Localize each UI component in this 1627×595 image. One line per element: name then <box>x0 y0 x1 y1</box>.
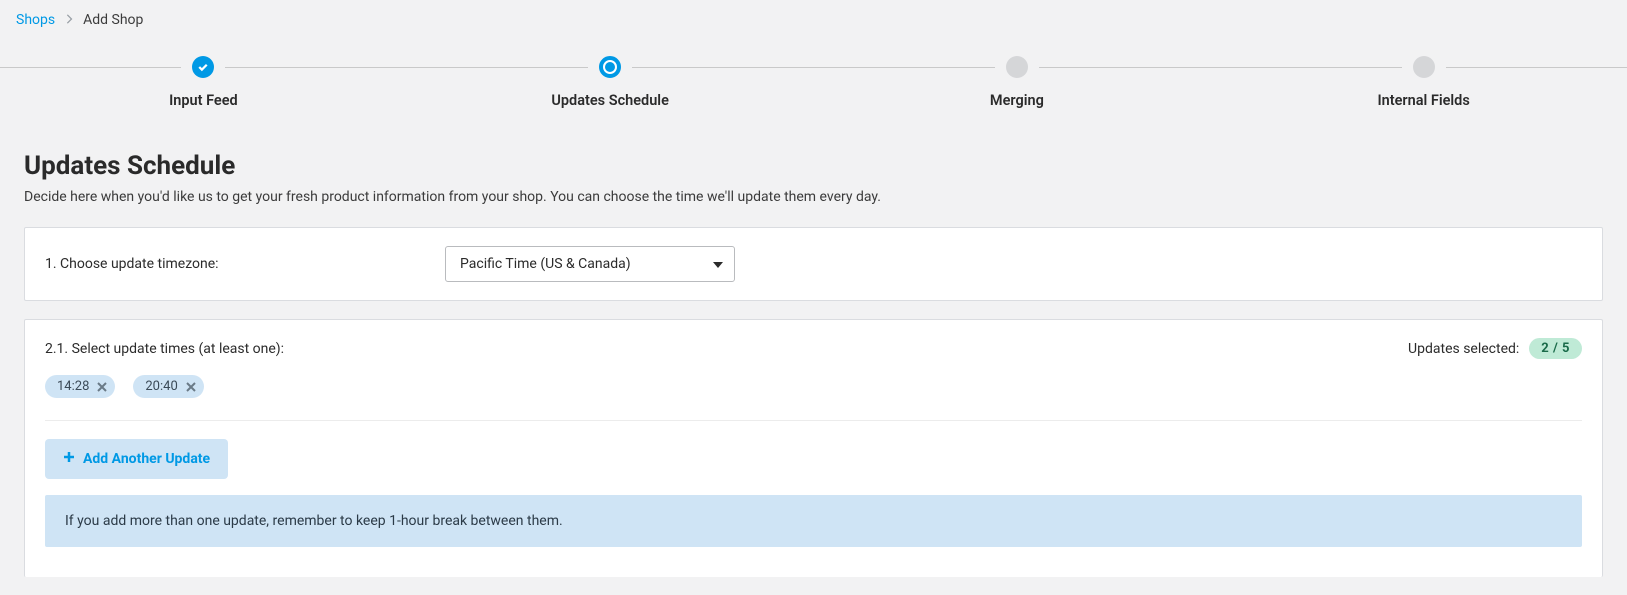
step-merging[interactable]: Merging <box>814 56 1221 109</box>
time-chip[interactable]: 14:28 <box>45 375 115 398</box>
step-internal-fields[interactable]: Internal Fields <box>1220 56 1627 109</box>
timezone-select-value[interactable]: Pacific Time (US & Canada) <box>445 246 735 282</box>
time-chips: 14:28 20:40 <box>45 375 1582 421</box>
close-icon[interactable] <box>97 382 107 392</box>
update-times-card: 2.1. Select update times (at least one):… <box>24 319 1603 577</box>
updates-selected-badge: 2 / 5 <box>1529 338 1582 359</box>
page-subtitle: Decide here when you'd like us to get yo… <box>24 189 1603 205</box>
breadcrumb: Shops Add Shop <box>0 0 1627 38</box>
wizard-stepper: Input Feed Updates Schedule Merging Inte… <box>0 38 1627 121</box>
todo-step-icon <box>1413 56 1435 78</box>
update-times-label: 2.1. Select update times (at least one): <box>45 341 284 357</box>
time-chip-label: 14:28 <box>57 379 89 394</box>
active-step-icon <box>599 56 621 78</box>
step-input-feed[interactable]: Input Feed <box>0 56 407 109</box>
page-title: Updates Schedule <box>24 151 1603 181</box>
close-icon[interactable] <box>186 382 196 392</box>
timezone-card: 1. Choose update timezone: Pacific Time … <box>24 227 1603 301</box>
step-label: Internal Fields <box>1377 92 1469 109</box>
timezone-select[interactable]: Pacific Time (US & Canada) <box>445 246 735 282</box>
check-circle-icon <box>192 56 214 78</box>
info-note: If you add more than one update, remembe… <box>45 495 1582 547</box>
updates-selected: Updates selected: 2 / 5 <box>1408 338 1582 359</box>
breadcrumb-current: Add Shop <box>83 12 143 28</box>
updates-selected-caption: Updates selected: <box>1408 341 1519 357</box>
add-another-update-button[interactable]: Add Another Update <box>45 439 228 479</box>
breadcrumb-shops-link[interactable]: Shops <box>16 12 55 28</box>
step-updates-schedule[interactable]: Updates Schedule <box>407 56 814 109</box>
step-label: Updates Schedule <box>551 92 669 109</box>
time-chip[interactable]: 20:40 <box>133 375 203 398</box>
todo-step-icon <box>1006 56 1028 78</box>
chevron-right-icon <box>65 13 73 27</box>
step-label: Merging <box>990 92 1044 109</box>
timezone-label: 1. Choose update timezone: <box>45 256 405 272</box>
add-another-update-label: Add Another Update <box>83 451 210 467</box>
step-label: Input Feed <box>169 92 238 109</box>
plus-icon <box>63 451 75 467</box>
time-chip-label: 20:40 <box>145 379 177 394</box>
